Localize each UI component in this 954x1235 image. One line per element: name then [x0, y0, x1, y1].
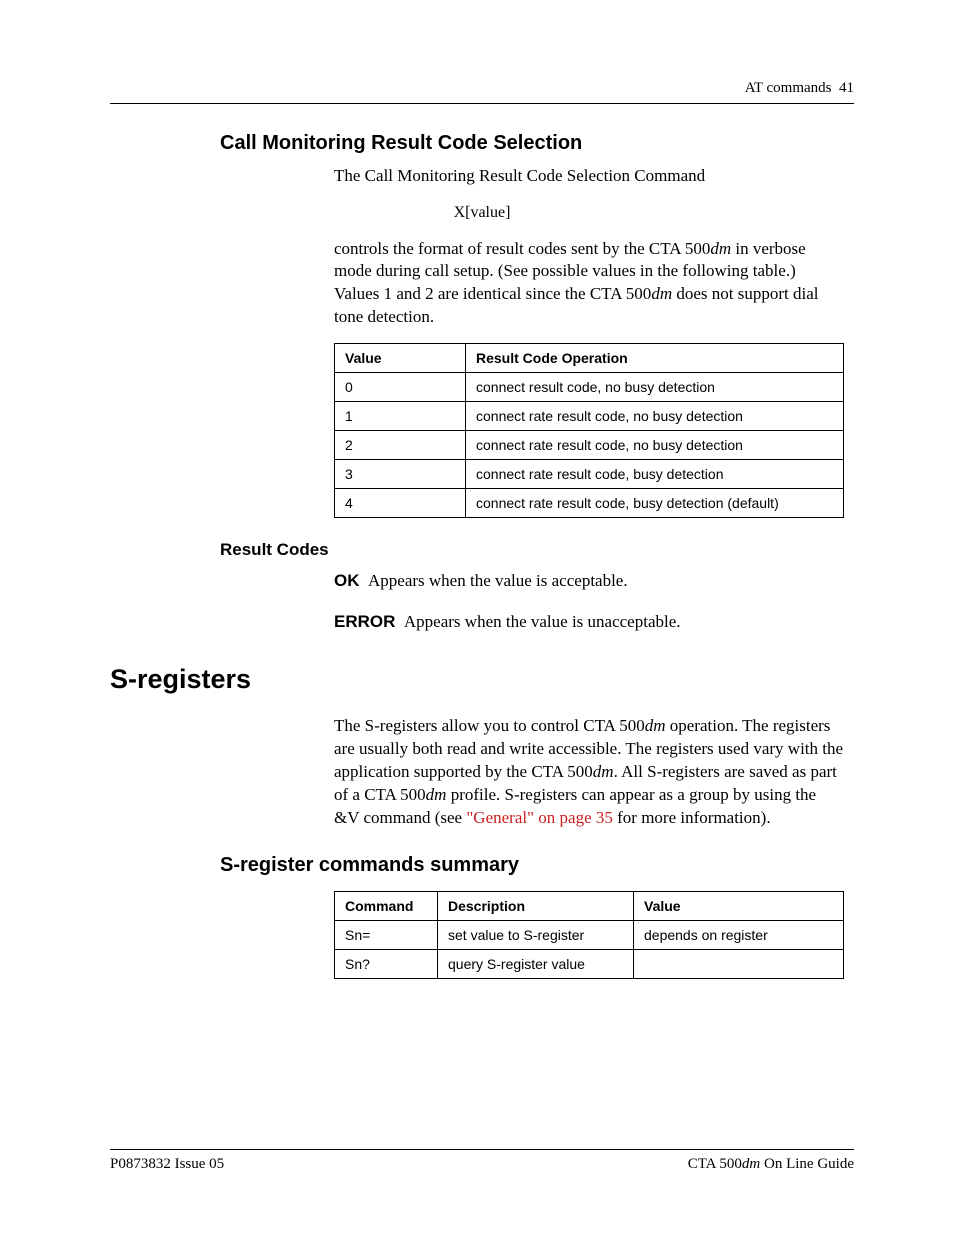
- text-dm: dm: [645, 716, 666, 735]
- sreg-paragraph: The S-registers allow you to control CTA…: [334, 715, 844, 830]
- text-dm: dm: [426, 785, 447, 804]
- text: On Line Guide: [760, 1156, 854, 1172]
- cell: Sn=: [335, 920, 438, 949]
- cell: Sn?: [335, 949, 438, 978]
- cell: connect rate result code, busy detection…: [466, 489, 844, 518]
- text-dm: dm: [742, 1156, 760, 1172]
- header-section: AT commands: [745, 80, 832, 96]
- text: The S-registers allow you to control CTA…: [334, 716, 645, 735]
- table-row: Sn? query S-register value: [335, 949, 844, 978]
- table-row: 3connect rate result code, busy detectio…: [335, 460, 844, 489]
- text: controls the format of result codes sent…: [334, 239, 710, 258]
- heading-cmrc: Call Monitoring Result Code Selection: [220, 132, 854, 155]
- text-ok: Appears when the value is acceptable.: [368, 571, 628, 590]
- th-value: Value: [634, 891, 844, 920]
- text-dm: dm: [651, 284, 672, 303]
- cell: 0: [335, 373, 466, 402]
- table-header-row: Command Description Value: [335, 891, 844, 920]
- cell: [634, 949, 844, 978]
- page: AT commands 41 Call Monitoring Result Co…: [0, 0, 954, 1235]
- text-dm: dm: [710, 239, 731, 258]
- table-row: Sn= set value to S-register depends on r…: [335, 920, 844, 949]
- text-error: Appears when the value is unacceptable.: [404, 612, 681, 631]
- cell: 1: [335, 402, 466, 431]
- table-row: 1connect rate result code, no busy detec…: [335, 402, 844, 431]
- th-value: Value: [335, 344, 466, 373]
- footer: P0873832 Issue 05 CTA 500dm On Line Guid…: [110, 1149, 854, 1173]
- th-command: Command: [335, 891, 438, 920]
- cell: 2: [335, 431, 466, 460]
- running-header: AT commands 41: [110, 80, 854, 97]
- footer-left: P0873832 Issue 05: [110, 1156, 224, 1173]
- heading-result-codes: Result Codes: [220, 540, 854, 560]
- cmrc-table: Value Result Code Operation 0connect res…: [334, 343, 844, 518]
- cell: connect result code, no busy detection: [466, 373, 844, 402]
- label-ok: OK: [334, 571, 360, 590]
- heading-sreg-summary: S-register commands summary: [220, 854, 854, 877]
- label-error: ERROR: [334, 612, 395, 631]
- text-dm: dm: [593, 762, 614, 781]
- table-row: 4connect rate result code, busy detectio…: [335, 489, 844, 518]
- text: CTA 500: [688, 1156, 742, 1172]
- table-row: 2connect rate result code, no busy detec…: [335, 431, 844, 460]
- result-code-error: ERROR Appears when the value is unaccept…: [334, 611, 854, 634]
- cmrc-paragraph: controls the format of result codes sent…: [334, 238, 844, 330]
- cmrc-intro: The Call Monitoring Result Code Selectio…: [334, 165, 844, 188]
- cell: 3: [335, 460, 466, 489]
- result-code-ok: OK Appears when the value is acceptable.: [334, 570, 854, 593]
- cell: query S-register value: [438, 949, 634, 978]
- header-rule: [110, 103, 854, 104]
- sreg-table: Command Description Value Sn= set value …: [334, 891, 844, 979]
- cell: depends on register: [634, 920, 844, 949]
- text: for more information).: [613, 808, 771, 827]
- heading-sregisters: S-registers: [110, 664, 854, 695]
- cmrc-syntax: X[value]: [110, 202, 854, 224]
- cell: connect rate result code, busy detection: [466, 460, 844, 489]
- cell: 4: [335, 489, 466, 518]
- cell: connect rate result code, no busy detect…: [466, 402, 844, 431]
- link-general-p35[interactable]: "General" on page 35: [466, 808, 613, 827]
- cell: connect rate result code, no busy detect…: [466, 431, 844, 460]
- th-operation: Result Code Operation: [466, 344, 844, 373]
- cell: set value to S-register: [438, 920, 634, 949]
- table-header-row: Value Result Code Operation: [335, 344, 844, 373]
- th-description: Description: [438, 891, 634, 920]
- header-page-number: 41: [839, 80, 854, 96]
- footer-right: CTA 500dm On Line Guide: [688, 1156, 854, 1173]
- table-row: 0connect result code, no busy detection: [335, 373, 844, 402]
